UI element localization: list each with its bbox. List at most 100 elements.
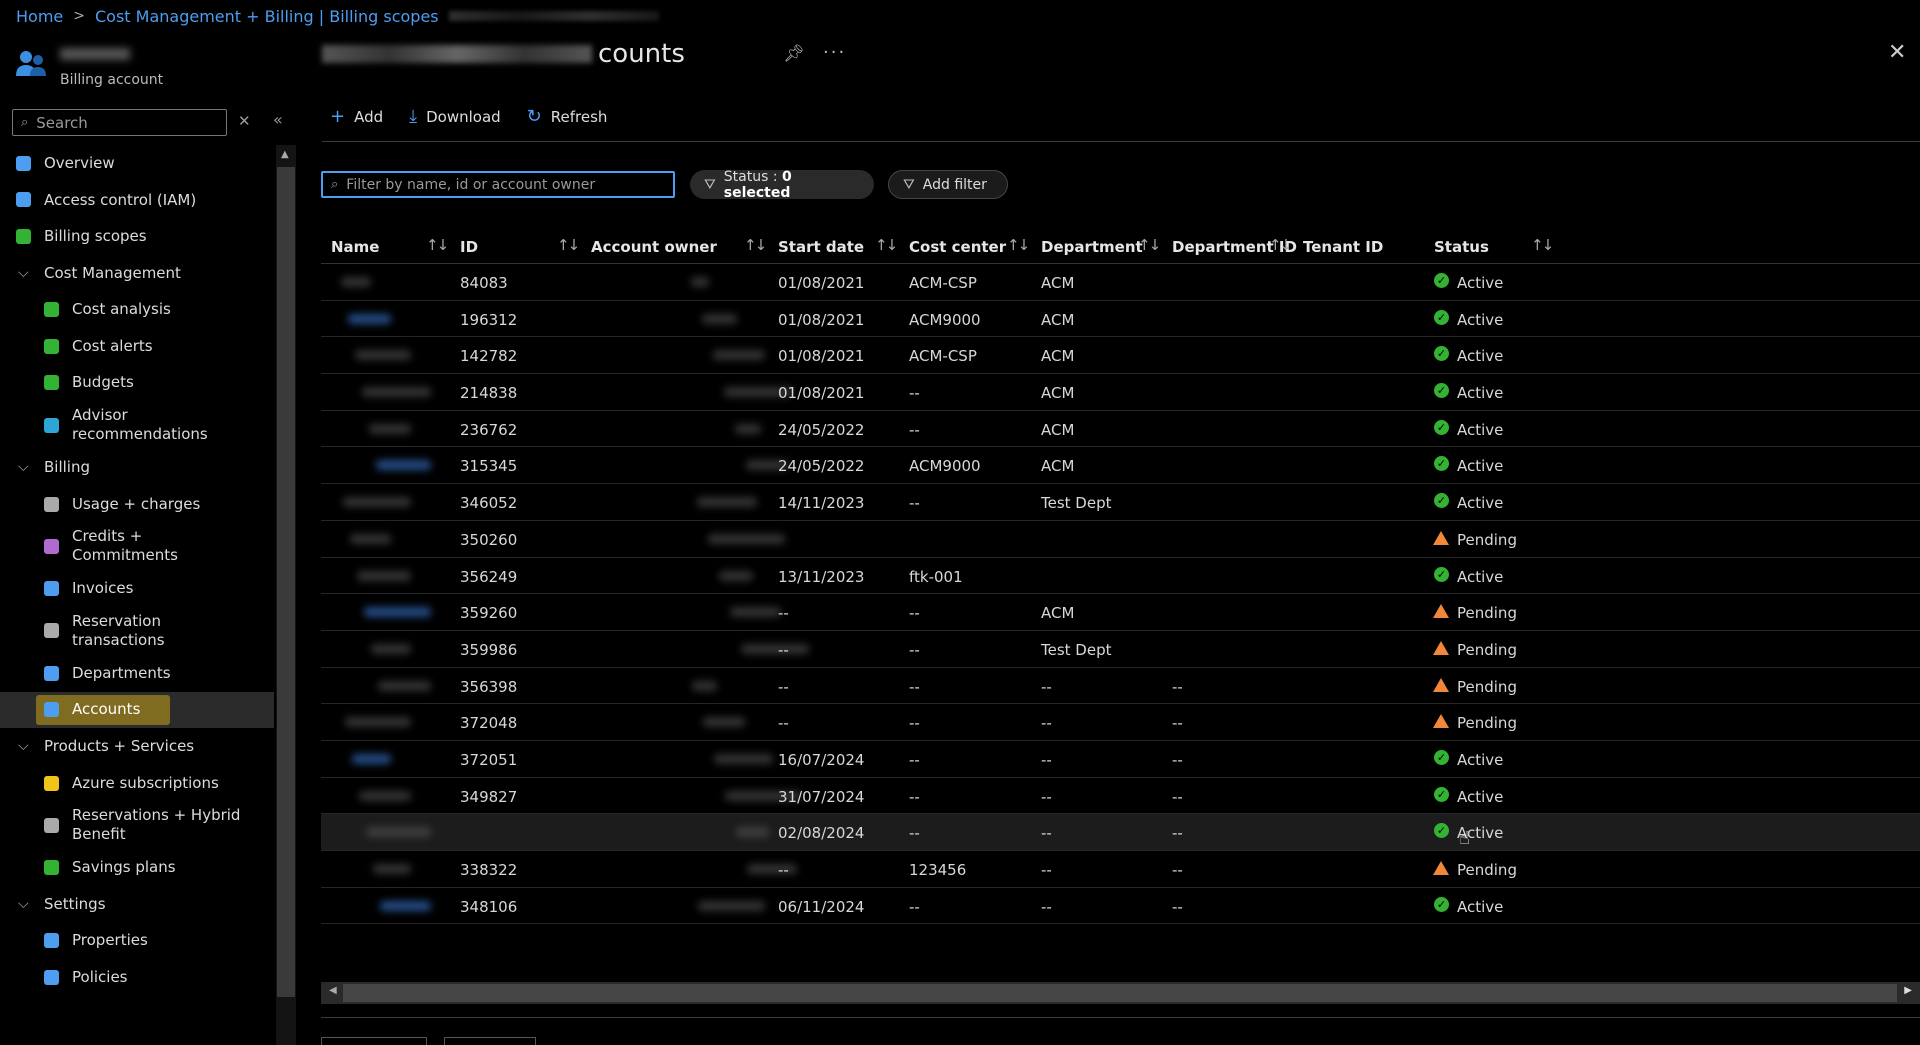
scroll-up-icon[interactable]: ▲ bbox=[281, 149, 289, 160]
filter-box[interactable]: ⌕ bbox=[321, 171, 675, 198]
redacted-account-owner bbox=[691, 277, 709, 287]
sidebar-item-credits-commitments[interactable]: Credits + Commitments bbox=[0, 522, 274, 570]
table-row[interactable]: 359260 -- -- ACM Pending bbox=[321, 594, 1920, 631]
cell-dept: ACM bbox=[1041, 457, 1075, 476]
column-header-department[interactable]: Department bbox=[1041, 238, 1143, 256]
sidebar-item-policies[interactable]: Policies bbox=[0, 959, 274, 996]
sidebar-scroll-thumb[interactable] bbox=[277, 167, 295, 997]
sidebar-item-cost-alerts[interactable]: Cost alerts bbox=[0, 328, 274, 365]
pin-icon[interactable]: 📌︎ bbox=[783, 44, 805, 64]
sort-icon[interactable]: ↑↓ bbox=[744, 236, 767, 254]
table-row[interactable]: 356398 -- -- -- -- Pending bbox=[321, 668, 1920, 705]
sidebar-item-products-services[interactable]: ⌵ Products + Services bbox=[0, 728, 274, 765]
column-header-name[interactable]: Name bbox=[331, 238, 379, 256]
filter-input[interactable] bbox=[346, 176, 657, 193]
more-icon[interactable]: ··· bbox=[823, 42, 846, 63]
warning-icon bbox=[1433, 861, 1449, 875]
column-header-start-date[interactable]: Start date bbox=[778, 238, 864, 256]
column-header-id[interactable]: ID bbox=[460, 238, 478, 256]
add-button[interactable]: + Add bbox=[330, 106, 383, 127]
sidebar-item-label: Cost analysis bbox=[72, 300, 171, 319]
clear-search-icon[interactable]: ✕ bbox=[238, 112, 251, 130]
cell-id: 236762 bbox=[460, 420, 518, 439]
chevron-down-icon[interactable]: ⌵ bbox=[18, 896, 29, 912]
sidebar-item-reservation-transactions[interactable]: Reservation transactions bbox=[0, 607, 274, 655]
table-row[interactable]: 372051 16/07/2024 -- -- -- ✓ Active bbox=[321, 741, 1920, 778]
table-row[interactable]: 346052 14/11/2023 -- Test Dept ✓ Active bbox=[321, 484, 1920, 521]
table-horizontal-scrollbar[interactable]: ◀ ▶ bbox=[321, 982, 1920, 1004]
sort-icon[interactable]: ↑↓ bbox=[557, 236, 580, 254]
sidebar-scrollbar[interactable]: ▲ bbox=[276, 145, 296, 1045]
refresh-button[interactable]: ↻ Refresh bbox=[527, 106, 608, 127]
pager-previous-button[interactable] bbox=[321, 1037, 427, 1045]
column-header-tenant-id[interactable]: Tenant ID bbox=[1303, 238, 1383, 256]
chevron-down-icon[interactable]: ⌵ bbox=[18, 459, 29, 475]
sidebar-item-departments[interactable]: Departments bbox=[0, 655, 274, 692]
table-row[interactable]: 348106 06/11/2024 -- -- -- ✓ Active bbox=[321, 888, 1920, 925]
sidebar-item-cost-management[interactable]: ⌵ Cost Management bbox=[0, 255, 274, 292]
scroll-right-icon[interactable]: ▶ bbox=[1904, 985, 1912, 996]
table-row[interactable]: 142782 01/08/2021 ACM-CSP ACM ✓ Active bbox=[321, 337, 1920, 375]
collapse-sidebar-icon[interactable]: « bbox=[273, 110, 283, 129]
table-row[interactable]: 350260 Pending bbox=[321, 521, 1920, 558]
horizontal-scroll-thumb[interactable] bbox=[343, 984, 1897, 1002]
table-row[interactable]: 84083 01/08/2021 ACM-CSP ACM ✓ Active bbox=[321, 264, 1920, 301]
sidebar-item-billing-scopes[interactable]: Billing scopes bbox=[0, 218, 274, 255]
download-button[interactable]: ⤓ Download bbox=[409, 106, 501, 127]
redacted-name bbox=[371, 643, 411, 654]
sidebar-item-billing[interactable]: ⌵ Billing bbox=[0, 449, 274, 486]
table-row[interactable]: 349827 31/07/2024 -- -- -- ✓ Active bbox=[321, 778, 1920, 815]
cell-dept: -- bbox=[1041, 714, 1052, 733]
table-row[interactable]: 359986 -- -- Test Dept Pending bbox=[321, 631, 1920, 668]
column-header-account-owner[interactable]: Account owner bbox=[591, 238, 717, 256]
pager-next-button[interactable] bbox=[444, 1037, 536, 1045]
sidebar-search[interactable]: ⌕ bbox=[12, 109, 227, 136]
scroll-left-icon[interactable]: ◀ bbox=[329, 985, 337, 996]
key-icon bbox=[44, 775, 59, 791]
sort-icon[interactable]: ↑↓ bbox=[1531, 236, 1554, 254]
close-icon[interactable]: ✕ bbox=[1888, 40, 1906, 65]
sort-icon[interactable]: ↑↓ bbox=[426, 236, 449, 254]
sidebar-item-invoices[interactable]: Invoices bbox=[0, 570, 274, 607]
cell-dept: -- bbox=[1041, 787, 1052, 806]
breadcrumb-home[interactable]: Home bbox=[16, 7, 63, 26]
reservation-transactions-icon bbox=[44, 623, 59, 639]
sidebar-item-properties[interactable]: Properties bbox=[0, 923, 274, 960]
sort-icon[interactable]: ↑↓ bbox=[875, 236, 898, 254]
sidebar-item-reservations-hybrid-benefit[interactable]: Reservations + Hybrid Benefit bbox=[0, 801, 274, 849]
sidebar-item-usage-charges[interactable]: Usage + charges bbox=[0, 486, 274, 523]
table-row[interactable]: 315345 24/05/2022 ACM9000 ACM ✓ Active bbox=[321, 447, 1920, 485]
sidebar-item-label: Invoices bbox=[72, 579, 134, 598]
billing-scope-icon bbox=[16, 228, 31, 244]
sidebar-item-access-control-iam[interactable]: Access control (IAM) bbox=[0, 182, 274, 219]
table-row[interactable]: 372048 -- -- -- -- Pending bbox=[321, 704, 1920, 741]
sidebar-item-advisor-recommendations[interactable]: Advisor recommendations bbox=[0, 401, 274, 449]
sidebar-item-azure-subscriptions[interactable]: Azure subscriptions bbox=[0, 765, 274, 802]
table-row[interactable]: 214838 01/08/2021 -- ACM ✓ Active bbox=[321, 374, 1920, 411]
sort-icon[interactable]: ↑↓ bbox=[1007, 236, 1030, 254]
chevron-down-icon[interactable]: ⌵ bbox=[18, 265, 29, 281]
column-header-status[interactable]: Status bbox=[1434, 238, 1489, 256]
sidebar-item-settings[interactable]: ⌵ Settings bbox=[0, 886, 274, 923]
add-filter-button[interactable]: ⛛ Add filter bbox=[888, 170, 1008, 199]
status-filter-pill[interactable]: ⛛ Status : 0 selected bbox=[690, 169, 874, 201]
cell-dept: ACM bbox=[1041, 347, 1075, 366]
cell-start: 31/07/2024 bbox=[778, 787, 865, 806]
sidebar-item-savings-plans[interactable]: Savings plans bbox=[0, 849, 274, 886]
table-row[interactable]: 356249 13/11/2023 ftk-001 ✓ Active bbox=[321, 558, 1920, 595]
sidebar-search-input[interactable] bbox=[36, 113, 207, 132]
sort-icon[interactable]: ↑↓ bbox=[1269, 236, 1292, 254]
table-row[interactable]: 338322 -- 123456 -- -- Pending bbox=[321, 851, 1920, 888]
sidebar-item-overview[interactable]: Overview bbox=[0, 145, 274, 182]
sidebar-item-accounts[interactable]: Accounts bbox=[0, 691, 274, 729]
column-header-cost-center[interactable]: Cost center bbox=[909, 238, 1006, 256]
table-row[interactable]: 236762 24/05/2022 -- ACM ✓ Active bbox=[321, 411, 1920, 448]
sort-icon[interactable]: ↑↓ bbox=[1138, 236, 1161, 254]
redacted-account-owner bbox=[713, 350, 765, 361]
table-row[interactable]: 196312 01/08/2021 ACM9000 ACM ✓ Active bbox=[321, 301, 1920, 338]
chevron-down-icon[interactable]: ⌵ bbox=[18, 738, 29, 754]
sidebar-item-budgets[interactable]: Budgets bbox=[0, 365, 274, 402]
sidebar-item-cost-analysis[interactable]: Cost analysis bbox=[0, 291, 274, 328]
table-row[interactable]: 02/08/2024 -- -- -- ✓ Active bbox=[321, 814, 1920, 851]
breadcrumb-billing-scopes[interactable]: Cost Management + Billing | Billing scop… bbox=[95, 7, 439, 26]
